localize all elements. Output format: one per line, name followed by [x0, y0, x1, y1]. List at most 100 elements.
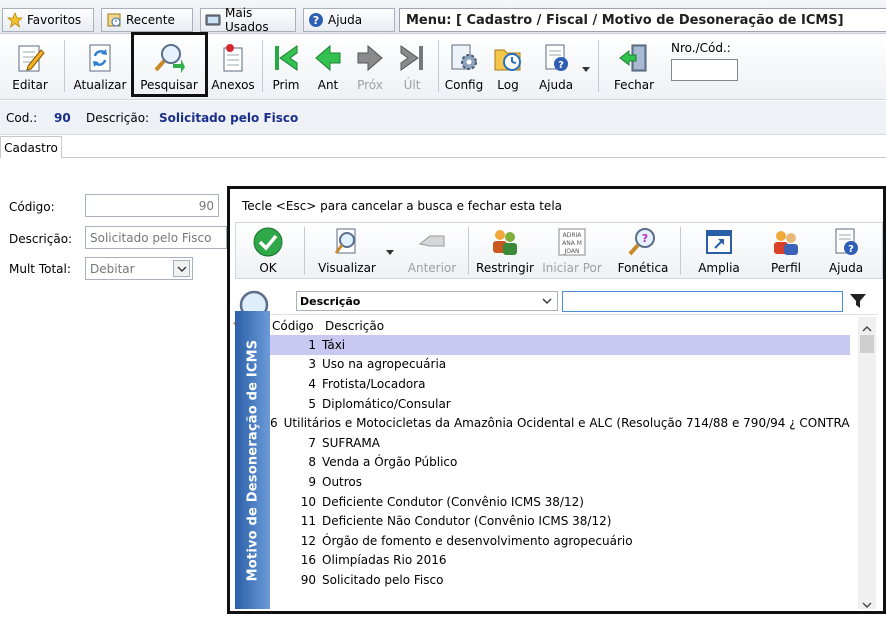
prim-button[interactable]: Prim [268, 34, 304, 98]
editar-label: Editar [12, 78, 48, 92]
cell-descricao: Órgão de fomento e desenvolvimento agrop… [322, 533, 633, 548]
prox-button[interactable]: Próx [352, 34, 388, 98]
menu-path: Menu: [ Cadastro / Fiscal / Motivo de De… [399, 8, 886, 32]
anexos-button[interactable]: Anexos [210, 34, 256, 98]
checkmark-icon [253, 227, 283, 257]
mult-total-select[interactable]: Debitar [85, 257, 193, 280]
help-icon: ? [308, 12, 324, 28]
prim-label: Prim [272, 78, 300, 92]
table-row[interactable]: 3 Uso na agropecuária [270, 355, 850, 375]
amplia-label: Amplia [698, 261, 740, 275]
filter-icon[interactable] [849, 293, 867, 312]
search-input[interactable] [562, 291, 843, 312]
top-tab-strip: Favoritos Recente Mais Usados ? Ajuda Me… [0, 0, 886, 34]
fechar-button[interactable]: Fechar [612, 34, 656, 98]
restringir-button[interactable]: Restringir [476, 223, 534, 279]
codigo-field[interactable]: 90 [85, 194, 219, 217]
ult-button[interactable]: Últ [394, 34, 430, 98]
atualizar-button[interactable]: Atualizar [74, 34, 126, 98]
atualizar-label: Atualizar [73, 78, 127, 92]
toolbar-divider [468, 227, 469, 275]
search-field-select[interactable]: Descrição [296, 291, 558, 311]
previous-hand-icon [418, 235, 445, 247]
scroll-up-icon[interactable] [862, 321, 872, 335]
scrollbar-thumb[interactable] [860, 335, 874, 353]
table-row[interactable]: 11 Deficiente Não Condutor (Convênio ICMS… [270, 511, 850, 531]
visualizar-dropdown-arrow[interactable] [386, 245, 394, 259]
table-row[interactable]: 7 SUFRAMA [270, 433, 850, 453]
svg-text:JOAN: JOAN [564, 248, 580, 255]
column-header-descricao[interactable]: Descrição [325, 319, 384, 333]
mais-usados-tab[interactable]: Mais Usados [200, 6, 296, 34]
toolbar-divider [680, 227, 681, 275]
table-row[interactable]: 6 Utilitários e Motocicletas da Amazônia … [270, 413, 850, 433]
descricao-field[interactable]: Solicitado pelo Fisco [85, 226, 227, 249]
desc-label: Descrição: [86, 111, 150, 125]
search-field-value: Descrição [300, 294, 361, 308]
chevron-down-icon[interactable] [541, 294, 553, 311]
config-button[interactable]: Config [444, 34, 484, 98]
cell-codigo: 7 [308, 435, 316, 450]
fechar-label: Fechar [613, 78, 655, 92]
log-button[interactable]: Log [490, 34, 526, 98]
fonetica-label: Fonética [617, 261, 669, 275]
ant-label: Ant [317, 78, 339, 92]
cell-descricao: Outros [322, 474, 363, 489]
toolbar-divider [262, 40, 263, 92]
svg-text:?: ? [558, 60, 564, 71]
svg-text:ADRIA: ADRIA [563, 232, 583, 239]
cell-descricao: Diplomático/Consular [322, 396, 451, 411]
ajuda-button[interactable]: ? Ajuda [534, 34, 578, 98]
table-row[interactable]: 5 Diplomático/Consular [270, 394, 850, 414]
vertical-scrollbar[interactable] [858, 317, 876, 609]
cell-descricao: Deficiente Condutor (Convênio ICMS 38/12… [322, 494, 584, 509]
search-dialog: Tecle <Esc> para cancelar a busca e fech… [227, 186, 886, 614]
anterior-button[interactable]: Anterior [404, 223, 460, 279]
table-row[interactable]: 10 Deficiente Condutor (Convênio ICMS 38/… [270, 492, 850, 512]
iniciar-por-button[interactable]: ADRIA ANA M JOAN Iniciar Por [542, 223, 602, 279]
cell-descricao: SUFRAMA [322, 435, 380, 450]
table-row[interactable]: 90 Solicitado pelo Fisco [270, 570, 850, 590]
editar-button[interactable]: Editar [8, 34, 52, 98]
dialog-ajuda-button[interactable]: ? Ajuda [826, 223, 866, 279]
ok-button[interactable]: OK [248, 223, 288, 279]
cell-descricao: Utilitários e Motocicletas da Amazônia O… [283, 416, 850, 431]
log-label: Log [497, 78, 519, 92]
favoritos-tab[interactable]: Favoritos [2, 8, 94, 32]
table-row[interactable]: 1 Táxi [270, 335, 850, 355]
refresh-icon [89, 44, 111, 72]
nro-cod-input[interactable] [671, 59, 738, 81]
toolbar-divider [438, 40, 439, 92]
scroll-down-icon[interactable] [862, 597, 872, 611]
table-row[interactable]: 16 Olimpíadas Rio 2016 [270, 551, 850, 571]
table-row[interactable]: 8 Venda a Órgão Público [270, 453, 850, 473]
help-doc-icon: ? [545, 44, 568, 71]
column-header-codigo[interactable]: Código [272, 319, 314, 333]
perfil-button[interactable]: Perfil [766, 223, 806, 279]
nro-cod-label: Nro./Cód.: [671, 41, 731, 55]
tab-cadastro[interactable]: Cadastro [0, 136, 62, 158]
ok-label: OK [259, 261, 277, 275]
recente-tab[interactable]: Recente [101, 8, 193, 32]
visualizar-button[interactable]: Visualizar [316, 223, 378, 279]
dialog-toolbar: OK Visualizar Anterior Restringir ADRIA A… [235, 222, 883, 279]
table-row[interactable]: 9 Outros [270, 472, 850, 492]
table-row[interactable]: 4 Frotista/Locadora [270, 374, 850, 394]
most-used-icon [205, 12, 221, 28]
restringir-label: Restringir [476, 261, 534, 275]
amplia-button[interactable]: Amplia [696, 223, 742, 279]
prox-label: Próx [357, 78, 383, 92]
fonetica-button[interactable]: ? Fonética [616, 223, 670, 279]
ajuda-dropdown-arrow[interactable] [582, 62, 590, 76]
dialog-ajuda-label: Ajuda [828, 261, 864, 275]
cell-descricao: Solicitado pelo Fisco [322, 572, 444, 587]
ant-button[interactable]: Ant [310, 34, 346, 98]
last-record-icon [400, 45, 423, 71]
table-row[interactable]: 12 Órgão de fomento e desenvolvimento agr… [270, 531, 850, 551]
perfil-label: Perfil [770, 261, 802, 275]
cell-codigo: 16 [300, 553, 316, 568]
cell-descricao: Uso na agropecuária [322, 357, 447, 372]
chevron-down-icon[interactable] [173, 260, 190, 277]
cell-codigo: 9 [308, 474, 316, 489]
ajuda-tab[interactable]: ? Ajuda [303, 8, 395, 32]
